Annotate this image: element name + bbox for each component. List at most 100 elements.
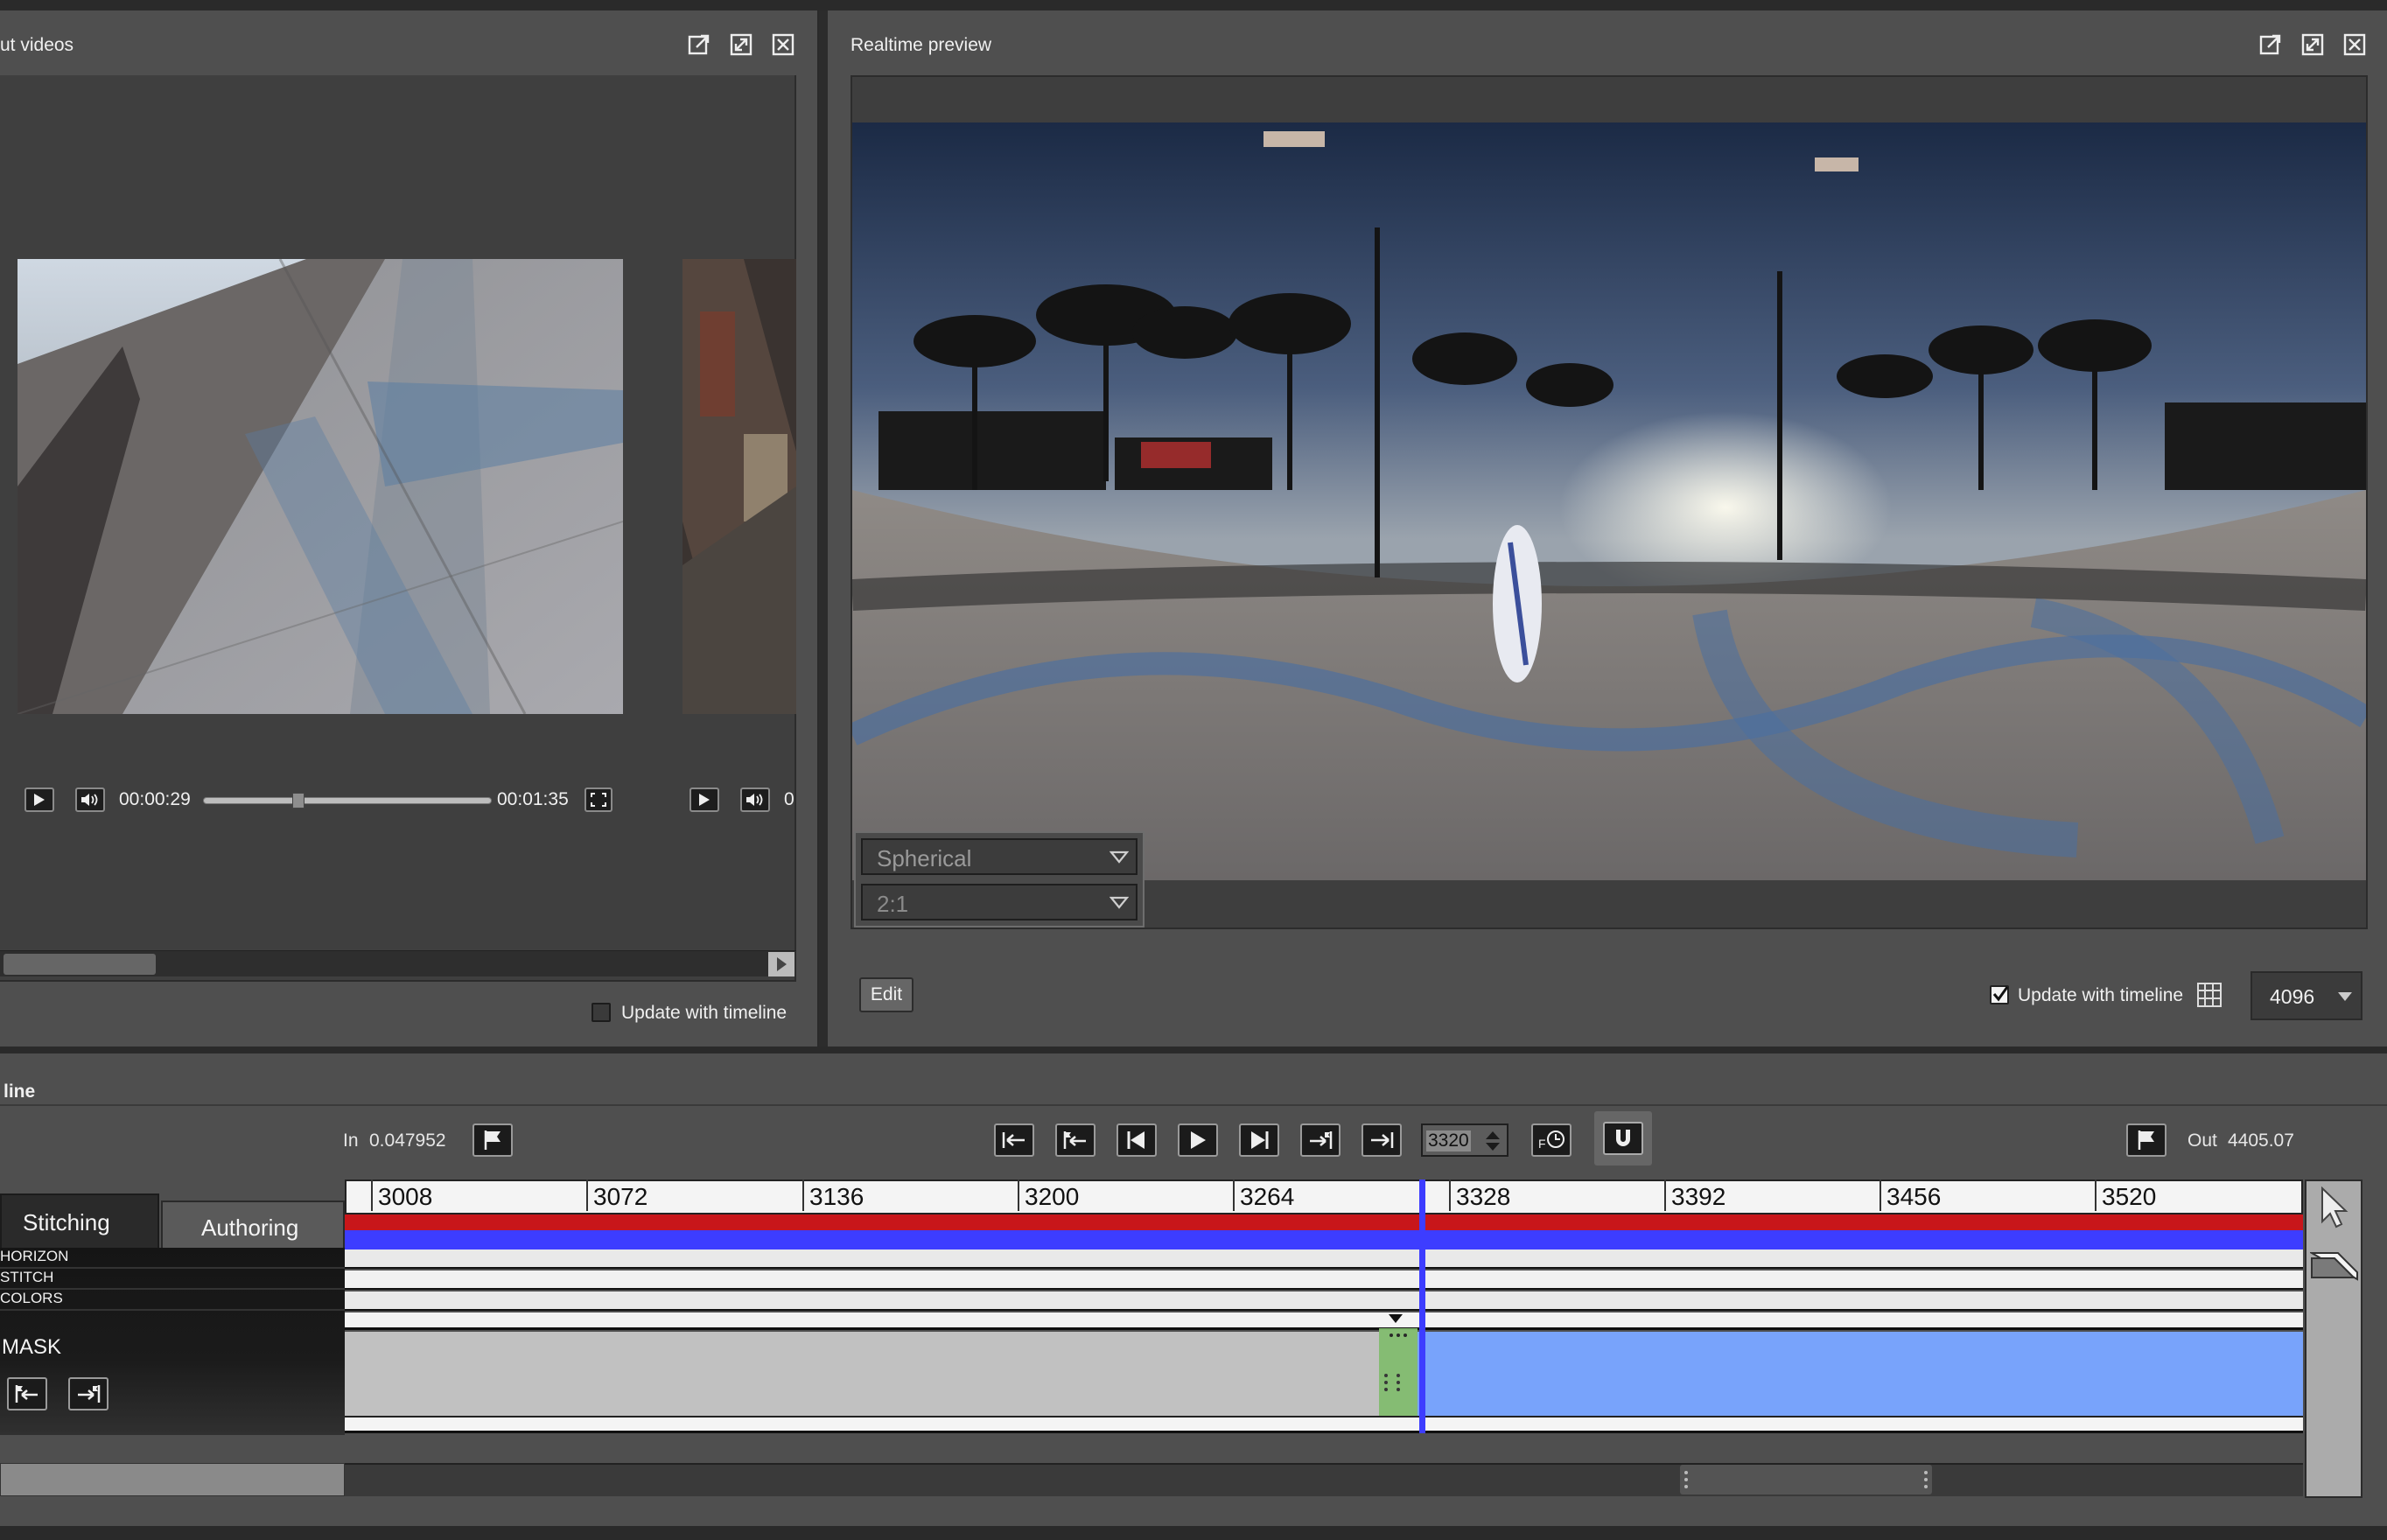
ruler-tick bbox=[802, 1180, 804, 1211]
track-mask-label: MASK bbox=[2, 1335, 62, 1359]
volume-button[interactable] bbox=[75, 788, 105, 812]
close-icon[interactable] bbox=[772, 33, 794, 56]
mask-go-to-out-button[interactable] bbox=[68, 1377, 108, 1410]
input-scrollbar-thumb[interactable] bbox=[4, 954, 156, 975]
chevron-down-icon bbox=[2336, 990, 2354, 1007]
ruler-label: 3392 bbox=[1671, 1183, 1726, 1210]
mask-keyframe-handle[interactable] bbox=[1379, 1328, 1418, 1416]
out-label: Out bbox=[2188, 1130, 2217, 1151]
input-update-label: Update with timeline bbox=[621, 1003, 788, 1023]
timeline-horizontal-scrollbar[interactable] bbox=[345, 1463, 2303, 1496]
track-horizon-label: HORIZON bbox=[0, 1248, 69, 1264]
input-update-checkbox[interactable] bbox=[592, 1003, 611, 1022]
grip-left-icon bbox=[1684, 1470, 1689, 1494]
play-button[interactable] bbox=[24, 788, 54, 812]
fullscreen-button[interactable] bbox=[584, 788, 612, 812]
ruler-tick bbox=[1880, 1180, 1881, 1211]
seek-slider-handle[interactable] bbox=[291, 793, 304, 808]
ruler-label: 3072 bbox=[593, 1183, 648, 1210]
go-to-end-button[interactable] bbox=[1362, 1124, 1402, 1157]
snap-magnet-button[interactable] bbox=[1594, 1111, 1652, 1166]
preview-update-checkbox[interactable] bbox=[1990, 985, 2009, 1004]
magnet-icon bbox=[1616, 1130, 1630, 1146]
playhead[interactable] bbox=[1419, 1180, 1425, 1433]
track-horizon[interactable] bbox=[345, 1250, 2303, 1269]
ramp-tool-icon[interactable] bbox=[2308, 1246, 2359, 1289]
edit-button-label: Edit bbox=[870, 984, 903, 1004]
grid-icon[interactable] bbox=[2196, 982, 2222, 1012]
mask-go-to-in-button[interactable] bbox=[7, 1377, 47, 1410]
spinner-arrows-icon[interactable] bbox=[1484, 1129, 1502, 1158]
panel-divider[interactable] bbox=[819, 10, 828, 1046]
input-video-thumbnail-2[interactable] bbox=[682, 259, 796, 714]
maximize-icon[interactable] bbox=[730, 33, 752, 56]
go-to-out-button[interactable] bbox=[1300, 1124, 1340, 1157]
frame-clock-button[interactable]: F bbox=[1531, 1124, 1572, 1157]
aspect-value: 2:1 bbox=[877, 891, 909, 917]
out-value: 4405.07 bbox=[2228, 1130, 2294, 1151]
tab-authoring[interactable]: Authoring bbox=[161, 1200, 345, 1250]
track-colors[interactable] bbox=[345, 1292, 2303, 1311]
chevron-down-icon bbox=[1109, 850, 1130, 869]
playhead-marker-icon bbox=[1388, 1312, 1404, 1328]
ruler-label: 3200 bbox=[1025, 1183, 1080, 1210]
timeline-scrollbar-thumb[interactable] bbox=[1680, 1465, 1932, 1494]
projection-value: Spherical bbox=[877, 845, 972, 872]
chevron-down-icon bbox=[1109, 896, 1130, 914]
track-colors-label: COLORS bbox=[0, 1290, 63, 1306]
ruler-tick bbox=[1233, 1180, 1235, 1211]
mask-track-bottom-ruler bbox=[345, 1416, 2303, 1433]
popout-icon[interactable] bbox=[688, 33, 710, 56]
play-button-2[interactable] bbox=[690, 788, 719, 812]
stitch-range-red-bar[interactable] bbox=[345, 1214, 2303, 1230]
panorama-image[interactable] bbox=[852, 122, 2366, 880]
timeline-header-rule bbox=[0, 1104, 2387, 1106]
current-time: 00:00:29 bbox=[119, 789, 191, 809]
resolution-select[interactable]: 4096 bbox=[2250, 971, 2362, 1020]
track-separator bbox=[0, 1309, 345, 1311]
realtime-preview-title: Realtime preview bbox=[850, 35, 992, 55]
tab-stitching[interactable]: Stitching bbox=[0, 1194, 159, 1250]
ruler-label: 3520 bbox=[2102, 1183, 2157, 1210]
in-label: In bbox=[343, 1130, 359, 1151]
preview-maximize-icon[interactable] bbox=[2301, 33, 2324, 56]
projection-select[interactable]: Spherical bbox=[861, 838, 1138, 875]
timeline-title: line bbox=[4, 1082, 36, 1102]
ruler-tick bbox=[1449, 1180, 1451, 1211]
next-frame-button[interactable] bbox=[1239, 1124, 1279, 1157]
ruler-tick bbox=[586, 1180, 588, 1211]
play-button-timeline[interactable] bbox=[1178, 1124, 1218, 1157]
frame-value: 3320 bbox=[1426, 1130, 1471, 1152]
set-in-flag-button[interactable] bbox=[472, 1124, 513, 1157]
seek-slider[interactable] bbox=[203, 797, 492, 804]
go-to-in-button[interactable] bbox=[1055, 1124, 1096, 1157]
track-stitch[interactable] bbox=[345, 1270, 2303, 1290]
mask-track-gray-region[interactable] bbox=[345, 1332, 1379, 1416]
ruler-label: 3456 bbox=[1886, 1183, 1942, 1210]
preview-close-icon[interactable] bbox=[2343, 33, 2366, 56]
grip-right-icon bbox=[1923, 1470, 1928, 1494]
track-stitch-label: STITCH bbox=[0, 1269, 54, 1285]
aspect-select[interactable]: 2:1 bbox=[861, 884, 1138, 920]
ruler-label: 3328 bbox=[1456, 1183, 1511, 1210]
frame-spinner[interactable]: 3320 bbox=[1421, 1124, 1508, 1157]
volume-button-2[interactable] bbox=[740, 788, 770, 812]
ruler-label: 3136 bbox=[809, 1183, 864, 1210]
preview-popout-icon[interactable] bbox=[2259, 33, 2282, 56]
mask-track-blue-region[interactable] bbox=[1418, 1332, 2303, 1416]
input-video-thumbnail-1[interactable] bbox=[18, 259, 623, 714]
svg-text:F: F bbox=[1538, 1137, 1546, 1151]
ruler-tick bbox=[1018, 1180, 1019, 1211]
set-out-flag-button[interactable] bbox=[2126, 1124, 2166, 1157]
previous-frame-button[interactable] bbox=[1116, 1124, 1157, 1157]
edit-button[interactable]: Edit bbox=[859, 977, 914, 1012]
total-time: 00:01:35 bbox=[497, 789, 569, 809]
select-tool-cursor-icon[interactable] bbox=[2319, 1186, 2350, 1235]
in-value: 0.047952 bbox=[369, 1130, 446, 1151]
stitch-range-blue-bar[interactable] bbox=[345, 1230, 2303, 1250]
timeline-left-scrollbar[interactable] bbox=[0, 1463, 345, 1496]
go-to-start-button[interactable] bbox=[994, 1124, 1034, 1157]
ruler-label: 3008 bbox=[378, 1183, 433, 1210]
drag-handle-icon bbox=[1382, 1372, 1404, 1397]
scroll-right-arrow-icon[interactable] bbox=[768, 952, 794, 976]
